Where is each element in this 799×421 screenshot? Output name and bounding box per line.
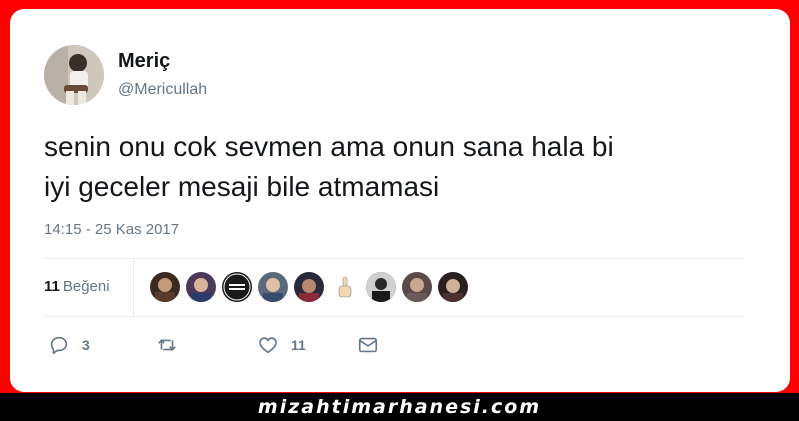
tweet-text-line: iyi geceler mesaji bile atmamasi <box>44 171 440 202</box>
reply-icon <box>50 336 68 355</box>
likes-row: 11 Beğeni <box>44 259 744 316</box>
tweet-text-line: senin onu cok sevmen ama onun sana hala … <box>44 131 614 162</box>
reply-button[interactable]: 3 <box>48 334 90 356</box>
liker-avatar-9[interactable] <box>438 272 468 302</box>
author-handle[interactable]: @Mericullah <box>118 81 207 99</box>
likes-label: Beğeni <box>62 278 110 295</box>
heart-icon <box>259 337 277 354</box>
divider <box>44 316 744 317</box>
like-count: 11 <box>291 337 306 353</box>
tweet-text: senin onu cok sevmen ama onun sana hala … <box>44 127 764 207</box>
tweet-actions: 3 11 <box>44 334 744 360</box>
reply-count: 3 <box>82 337 90 353</box>
likes-count: 11 <box>44 278 60 295</box>
site-watermark: mizahtimarhanesi.com <box>0 393 799 421</box>
author-name[interactable]: Meriç <box>118 50 170 73</box>
liker-avatars <box>150 272 474 302</box>
liker-avatar-6[interactable] <box>330 272 360 302</box>
liker-avatar-8[interactable] <box>402 272 432 302</box>
liker-avatar-4[interactable] <box>258 272 288 302</box>
like-button[interactable]: 11 <box>257 334 306 356</box>
liker-avatar-1[interactable] <box>150 272 180 302</box>
liker-avatar-2[interactable] <box>186 272 216 302</box>
retweet-button[interactable] <box>156 334 190 356</box>
liker-avatar-5[interactable] <box>294 272 324 302</box>
liker-avatar-7[interactable] <box>366 272 396 302</box>
author-photo <box>44 45 104 105</box>
tweet-card: Meriç @Mericullah senin onu cok sevmen a… <box>10 9 790 392</box>
retweet-icon <box>158 339 176 351</box>
envelope-icon <box>358 337 378 353</box>
message-button[interactable] <box>357 334 379 356</box>
likes-stat[interactable]: 11 Beğeni <box>44 278 110 295</box>
liker-avatar-3[interactable] <box>222 272 252 302</box>
tweet-timestamp[interactable]: 14:15 - 25 Kas 2017 <box>44 221 179 238</box>
author-avatar[interactable] <box>44 45 104 105</box>
divider <box>133 259 134 316</box>
